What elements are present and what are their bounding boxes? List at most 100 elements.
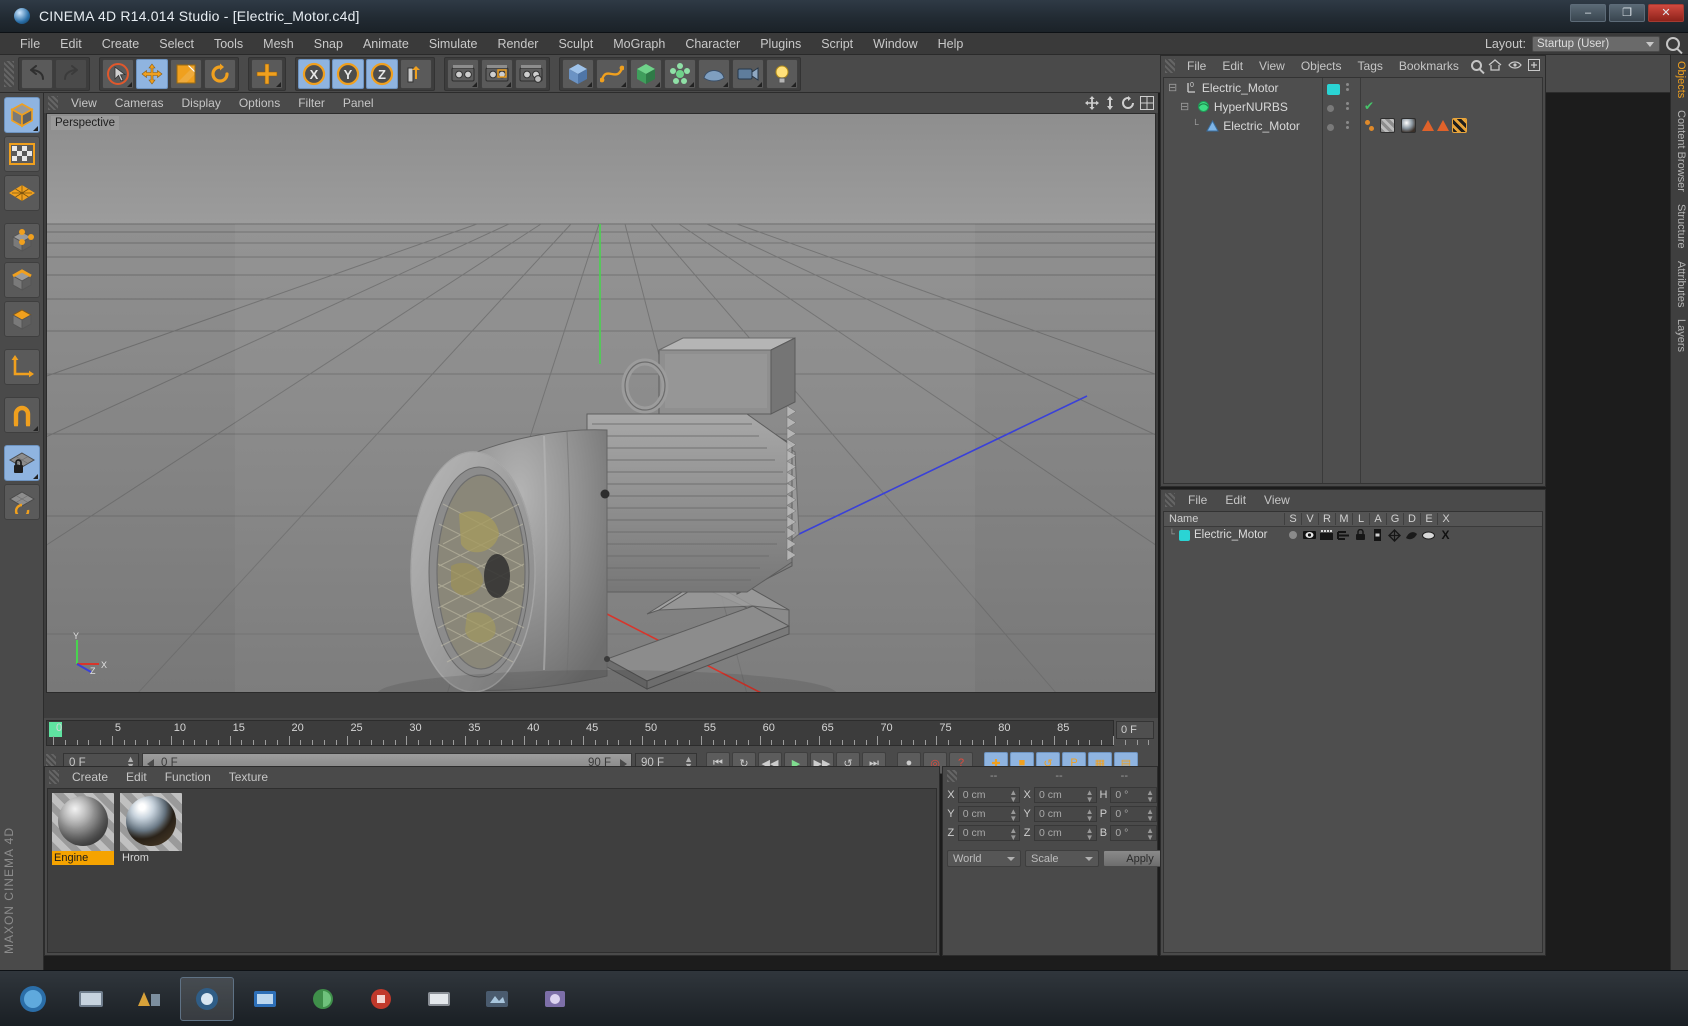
workplane-rotate-button[interactable] [3,484,40,520]
render-view-button[interactable] [447,58,479,89]
layers-menu-edit[interactable]: Edit [1216,493,1255,507]
layout-dropdown[interactable]: Startup (User) [1532,36,1660,52]
scale-view-icon[interactable] [1104,96,1116,110]
menu-item-file[interactable]: File [10,37,50,51]
layers-column-x[interactable]: X [1437,513,1454,525]
layers-grip[interactable] [1165,493,1175,507]
object-name[interactable]: Electric_Motor [1223,119,1300,133]
timeline-frame-field[interactable]: 0 F [1116,721,1154,739]
material-name[interactable]: Hrom [120,851,182,865]
layer-row[interactable]: └ Electric_Motor X [1164,527,1542,543]
spinner-icon[interactable]: ▲▼ [1009,789,1017,804]
material-list[interactable]: Engine Hrom [47,788,937,953]
cube-primitive-button[interactable] [562,58,594,89]
menu-item-sculpt[interactable]: Sculpt [548,37,603,51]
coordinate-input[interactable]: 0 cm ▲ ▼ [957,787,1021,804]
coordinate-input[interactable]: 0 ° ▲ ▼ [1110,787,1157,804]
menu-item-character[interactable]: Character [675,37,750,51]
taskbar-item-3[interactable] [238,977,292,1021]
lock-z-axis-button[interactable]: Z [366,58,398,89]
selection-tag-icon[interactable] [1422,120,1434,131]
close-button[interactable]: ✕ [1648,4,1684,22]
viewport-grip[interactable] [48,96,58,110]
object-menu-objects[interactable]: Objects [1293,59,1350,73]
enabled-check-icon[interactable]: ✔ [1364,99,1374,113]
viewport-menu-cameras[interactable]: Cameras [106,96,173,110]
home-icon[interactable] [1488,59,1502,71]
move-tool-button[interactable] [136,58,168,89]
undo-button[interactable] [21,58,53,89]
material-item[interactable]: Engine [52,793,114,948]
object-row[interactable]: └ Electric_Motor [1164,116,1542,135]
layers-column-m[interactable]: M [1335,513,1352,525]
taskbar-item-5[interactable] [354,977,408,1021]
polygons-mode-button[interactable] [3,301,40,337]
world-object-coordinates-button[interactable] [400,58,432,89]
layers-column-e[interactable]: E [1420,513,1437,525]
minimize-button[interactable]: – [1570,4,1606,22]
spinner-icon[interactable]: ▲▼ [1009,808,1017,823]
object-name[interactable]: Electric_Motor [1202,81,1279,95]
edges-mode-button[interactable] [3,262,40,298]
menu-item-snap[interactable]: Snap [304,37,353,51]
model-mode-button[interactable] [3,97,40,133]
material-tag-hrom-icon[interactable] [1401,118,1416,133]
material-menu-create[interactable]: Create [63,770,117,784]
menu-item-plugins[interactable]: Plugins [750,37,811,51]
layer-name-cell[interactable]: └ Electric_Motor [1164,529,1284,541]
spinner-icon[interactable]: ▲▼ [1146,789,1154,804]
axis-modify-button[interactable] [3,349,40,385]
dock-tab-layers[interactable]: Layers [1671,313,1688,358]
visibility-dots-icon[interactable] [1346,121,1349,129]
coordinate-input[interactable]: 0 cm ▲ ▼ [957,806,1021,823]
uvw-tag-icon[interactable] [1452,118,1467,133]
object-tree[interactable]: ⊟ 0 Electric_Motor ⊟ HyperNURBS ✔ └ Electric… [1163,77,1543,484]
coordinate-input[interactable]: 0 cm ▲ ▼ [1034,825,1097,842]
layers-column-d[interactable]: D [1403,513,1420,525]
menu-item-simulate[interactable]: Simulate [419,37,488,51]
render-region-button[interactable] [481,58,513,89]
add-tool-button[interactable] [251,58,283,89]
layers-menu-file[interactable]: File [1179,493,1216,507]
menu-item-window[interactable]: Window [863,37,927,51]
layer-toggle-x-icon[interactable]: X [1437,529,1454,541]
object-row[interactable]: ⊟ 0 Electric_Motor [1164,78,1542,97]
layer-toggle-a-icon[interactable] [1369,529,1386,541]
layers-column-g[interactable]: G [1386,513,1403,525]
layer-toggle-d-icon[interactable] [1403,530,1420,541]
layer-toggle-s-icon[interactable] [1284,531,1301,539]
taskbar-item-4[interactable] [296,977,350,1021]
menu-item-script[interactable]: Script [811,37,863,51]
layer-toggle-e-icon[interactable] [1420,531,1437,540]
taskbar-item-7[interactable] [470,977,524,1021]
coordinates-grip[interactable] [947,770,957,782]
point-tag-icon[interactable] [1364,119,1377,132]
layers-menu-view[interactable]: View [1255,493,1299,507]
layer-toggle-l-icon[interactable] [1352,529,1369,541]
layers-column-name[interactable]: Name [1164,513,1284,525]
layers-column-l[interactable]: L [1352,513,1369,525]
menu-item-mograph[interactable]: MoGraph [603,37,675,51]
layers-column-v[interactable]: V [1301,513,1318,525]
layers-column-s[interactable]: S [1284,513,1301,525]
material-item[interactable]: Hrom [120,793,182,948]
coordinate-input[interactable]: 0 ° ▲ ▼ [1110,806,1157,823]
redo-button[interactable] [55,58,87,89]
enable-snap-button[interactable] [3,397,40,433]
dock-tab-objects[interactable]: Objects [1671,55,1688,104]
layer-toggle-m-icon[interactable] [1335,530,1352,541]
object-menu-tags[interactable]: Tags [1350,59,1391,73]
dock-tab-attributes[interactable]: Attributes [1671,255,1688,313]
spinner-icon[interactable]: ▲▼ [1086,808,1094,823]
menu-item-mesh[interactable]: Mesh [253,37,304,51]
spinner-icon[interactable]: ▲▼ [1146,808,1154,823]
layer-color-swatch[interactable] [1327,122,1334,131]
polygon-mesh-button[interactable] [3,175,40,211]
tree-expander[interactable]: ⊟ [1164,100,1196,114]
object-search-icon[interactable] [1471,59,1482,71]
taskbar-item-1[interactable] [64,977,118,1021]
viewport-menu-options[interactable]: Options [230,96,289,110]
lock-x-axis-button[interactable]: X [298,58,330,89]
menu-item-animate[interactable]: Animate [353,37,419,51]
layer-toggle-v-icon[interactable] [1301,530,1318,540]
